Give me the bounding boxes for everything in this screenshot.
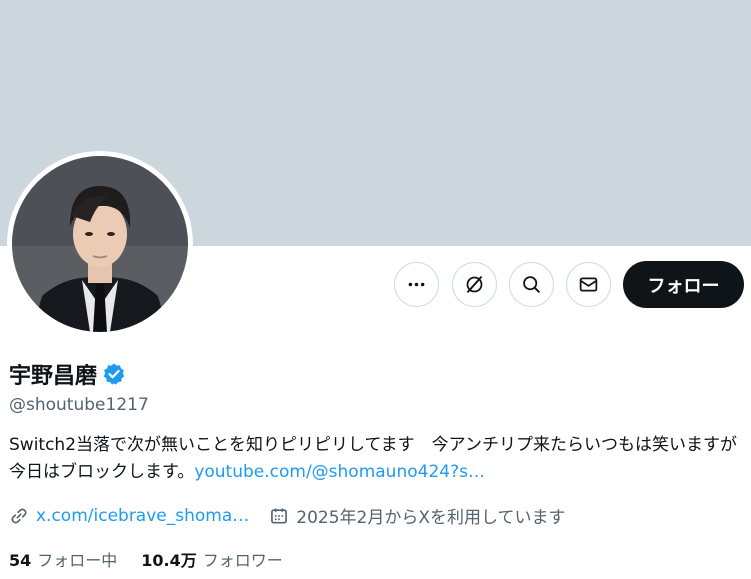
display-name: 宇野昌磨 <box>9 364 98 389</box>
grok-button[interactable] <box>452 262 497 307</box>
follow-stats: 54 フォロー中 10.4万 フォロワー <box>9 547 283 571</box>
more-button[interactable] <box>394 262 439 307</box>
website-link[interactable]: x.com/icebrave_shoma… <box>36 506 249 526</box>
more-dots-icon <box>408 282 425 287</box>
joined-item: 2025年2月からXを利用しています <box>269 503 565 528</box>
followers-label: フォロワー <box>202 551 283 570</box>
verified-badge-icon[interactable] <box>102 362 126 386</box>
bio: Switch2当落で次が無いことを知りピリピリしてます 今アンチリプ来たらいつも… <box>9 432 749 486</box>
link-icon <box>11 508 27 523</box>
following-link[interactable]: 54 フォロー中 <box>9 547 117 571</box>
name-row: 宇野昌磨 <box>9 358 126 390</box>
avatar-image <box>12 156 188 332</box>
following-label: フォロー中 <box>37 551 118 570</box>
joined-date: 2025年2月からXを利用しています <box>296 508 566 528</box>
followers-count: 10.4万 <box>141 551 197 570</box>
followers-link[interactable]: 10.4万 フォロワー <box>141 547 283 571</box>
avatar[interactable] <box>7 151 193 337</box>
profile-meta: x.com/icebrave_shoma… 2025年2月からXを利用しています <box>9 503 565 528</box>
grok-icon <box>466 275 483 294</box>
website-item[interactable]: x.com/icebrave_shoma… <box>9 506 249 526</box>
bio-link[interactable]: youtube.com/@shomauno424?s… <box>194 462 485 482</box>
user-handle: @shoutube1217 <box>9 395 149 415</box>
follow-button[interactable]: フォロー <box>623 261 744 308</box>
search-button[interactable] <box>509 262 554 307</box>
calendar-icon <box>271 508 288 523</box>
search-icon <box>523 276 541 294</box>
following-count: 54 <box>9 551 32 570</box>
mail-icon <box>579 277 598 292</box>
message-button[interactable] <box>566 262 611 307</box>
